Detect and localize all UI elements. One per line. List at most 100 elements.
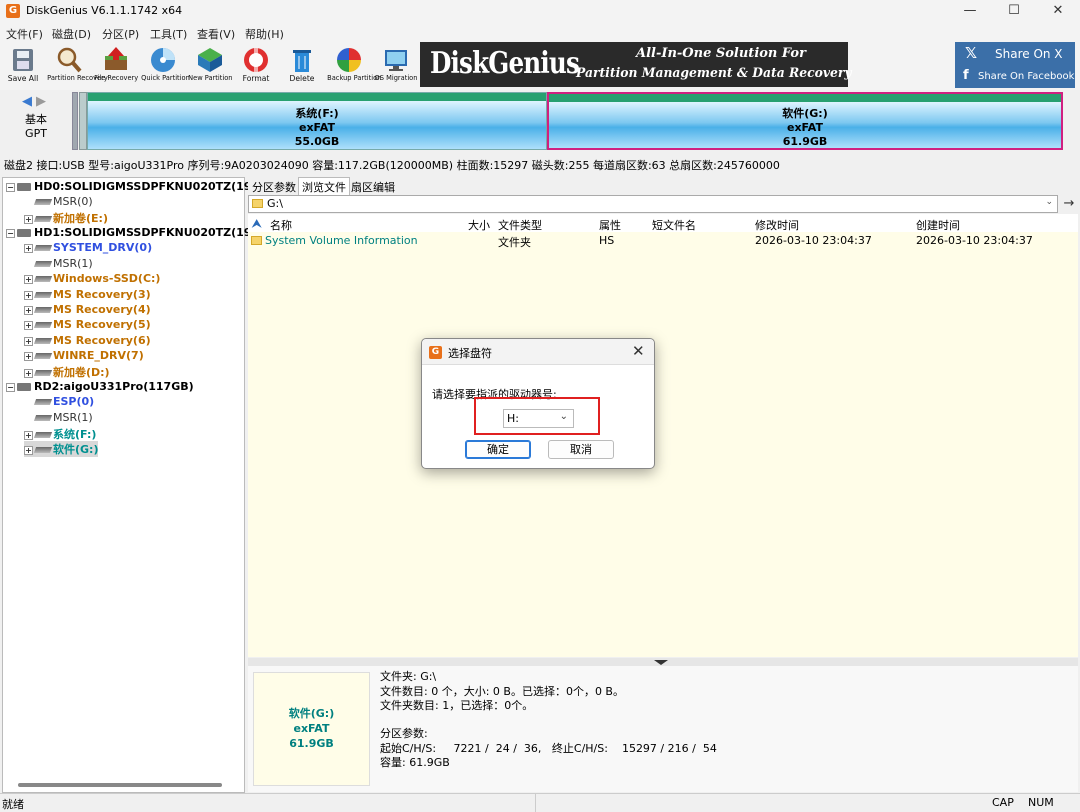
brand-banner[interactable]: DiskGenius All-In-One Solution For Parti… [420,42,852,87]
file-recovery-button[interactable]: File Recovery [93,44,139,88]
format-button[interactable]: Format [233,44,279,88]
partition-segment-f[interactable]: 系统(F:) exFAT 55.0GB [87,92,547,150]
tree-node-partition[interactable]: MSR(1) [24,411,93,424]
maximize-button[interactable]: ☐ [992,0,1036,22]
tree-node-rd2[interactable]: − RD2:aigoU331Pro(117GB) [6,380,194,393]
quick-partition-button[interactable]: Quick Partition [140,44,190,88]
collapse-arrow-icon[interactable] [654,660,668,665]
ok-button[interactable]: 确定 [465,440,531,459]
disk-icon [17,183,31,191]
partition-icon [33,447,53,453]
tree-node-partition[interactable]: + 系统(F:) [24,426,96,442]
new-partition-button[interactable]: New Partition [187,44,233,88]
magnifier-icon [55,46,83,74]
delete-button[interactable]: Delete [279,44,325,88]
tree-node-partition[interactable]: + Windows-SSD(C:) [24,272,160,285]
partition-icon [33,276,53,282]
tree-node-partition[interactable]: + 新加卷(D:) [24,364,110,380]
share-on-facebook-button[interactable]: f Share On Facebook [955,66,1075,88]
backup-partition-button[interactable]: Backup Partition [326,44,381,88]
column-created[interactable]: 创建时间 [916,217,960,233]
info-capacity: 容量: 61.9GB [380,756,450,769]
partition-icon [33,399,53,405]
disk-icon [17,383,31,391]
file-recovery-icon [102,46,130,74]
tree-node-partition[interactable]: MSR(1) [24,257,93,270]
status-text: 就绪 [2,798,24,811]
folder-icon [251,236,262,245]
tree-node-partition-selected[interactable]: + 软件(G:) [24,441,99,457]
tree-node-partition[interactable]: + SYSTEM_DRV(0) [24,241,152,254]
partition-msr-segment[interactable] [79,92,87,150]
file-list-header: ⮝ 名称 大小 文件类型 属性 短文件名 修改时间 创建时间 [248,214,1078,232]
menu-view[interactable]: 查看(V) [197,26,235,42]
drive-letter-select[interactable]: H: ⌄ [503,409,574,428]
tree-node-partition[interactable]: + MS Recovery(5) [24,318,151,331]
tree-node-hd0[interactable]: − HD0:SOLIDIGMSSDPFKNU020TZ(1908 [6,180,267,193]
backup-partition-icon [335,46,363,74]
partition-recovery-button[interactable]: Partition Recovery [46,44,108,88]
tree-node-partition[interactable]: + WINRE_DRV(7) [24,349,144,362]
menu-disk[interactable]: 磁盘(D) [52,26,91,42]
partition-icon [33,216,53,222]
tree-node-partition[interactable]: + MS Recovery(4) [24,303,151,316]
prev-disk-icon[interactable]: ◀ [22,94,36,109]
app-icon: G [6,4,20,18]
partition-size: 61.9GB [782,135,828,148]
table-row[interactable]: System Volume Information 文件夹 HS 2026-03… [248,232,1078,249]
column-type[interactable]: 文件类型 [498,217,542,233]
chevron-down-icon[interactable]: ⌄ [1045,197,1053,207]
format-icon [242,46,270,74]
tree-node-hd1[interactable]: − HD1:SOLIDIGMSSDPFKNU020TZ(1908 [6,226,267,239]
os-migration-button[interactable]: OS Migration [373,44,419,88]
tree-node-partition[interactable]: + MS Recovery(3) [24,288,151,301]
partition-size: 55.0GB [294,135,340,148]
next-disk-icon[interactable]: ▶ [36,94,50,109]
brand-logo: DiskGenius [430,46,580,81]
menu-partition[interactable]: 分区(P) [102,26,139,42]
partition-esp-segment[interactable] [72,92,78,150]
minimize-button[interactable]: — [948,0,992,22]
panel-splitter[interactable] [248,658,1078,666]
caps-lock-indicator: CAP [992,796,1014,809]
status-bar: 就绪 CAP NUM [0,793,1080,812]
tab-browse-files[interactable]: 浏览文件 [298,177,350,195]
partition-segment-g[interactable]: 软件(G:) exFAT 61.9GB [547,92,1063,150]
dialog-title-bar: G 选择盘符 ✕ [422,339,654,365]
partition-fs: exFAT [299,121,335,134]
banner-tagline-1: All-In-One Solution For [636,46,806,61]
tree-node-partition[interactable]: + MS Recovery(6) [24,334,151,347]
tree-node-partition[interactable]: + 新加卷(E:) [24,210,108,226]
dialog-title: 选择盘符 [448,347,492,360]
tree-node-partition[interactable]: MSR(0) [24,195,93,208]
path-bar[interactable]: G:\ ⌄ [248,195,1058,213]
column-size[interactable]: 大小 [468,217,490,233]
cancel-button[interactable]: 取消 [548,440,614,459]
close-window-button[interactable]: ✕ [1036,0,1080,22]
partition-icon [33,415,53,421]
path-text: G:\ [267,197,283,210]
menu-help[interactable]: 帮助(H) [245,26,284,42]
up-folder-icon[interactable]: ⮝ [252,217,261,231]
save-icon [9,46,37,74]
tab-partition-params[interactable]: 分区参数 [250,179,298,195]
column-modified[interactable]: 修改时间 [755,217,799,233]
tree-node-partition[interactable]: ESP(0) [24,395,94,408]
tab-sector-editor[interactable]: 扇区编辑 [349,179,397,195]
partition-icon [33,370,53,376]
menu-tools[interactable]: 工具(T) [150,26,187,42]
save-all-button[interactable]: Save All [0,44,46,88]
info-folder: 文件夹: G:\ [380,670,437,683]
volume-card: 软件(G:) exFAT 61.9GB [253,672,370,786]
column-name[interactable]: 名称 [270,217,292,233]
file-list[interactable] [248,214,1078,657]
share-on-x-button[interactable]: 𝕏 Share On X [955,42,1075,66]
partition-icon [33,338,53,344]
column-attr[interactable]: 属性 [599,217,621,233]
num-lock-indicator: NUM [1028,796,1054,809]
close-icon[interactable]: ✕ [632,342,645,360]
menu-file[interactable]: 文件(F) [6,26,43,42]
go-button[interactable]: → [1060,195,1078,213]
tree-horizontal-scrollbar[interactable] [18,783,222,787]
column-short-name[interactable]: 短文件名 [652,217,696,233]
